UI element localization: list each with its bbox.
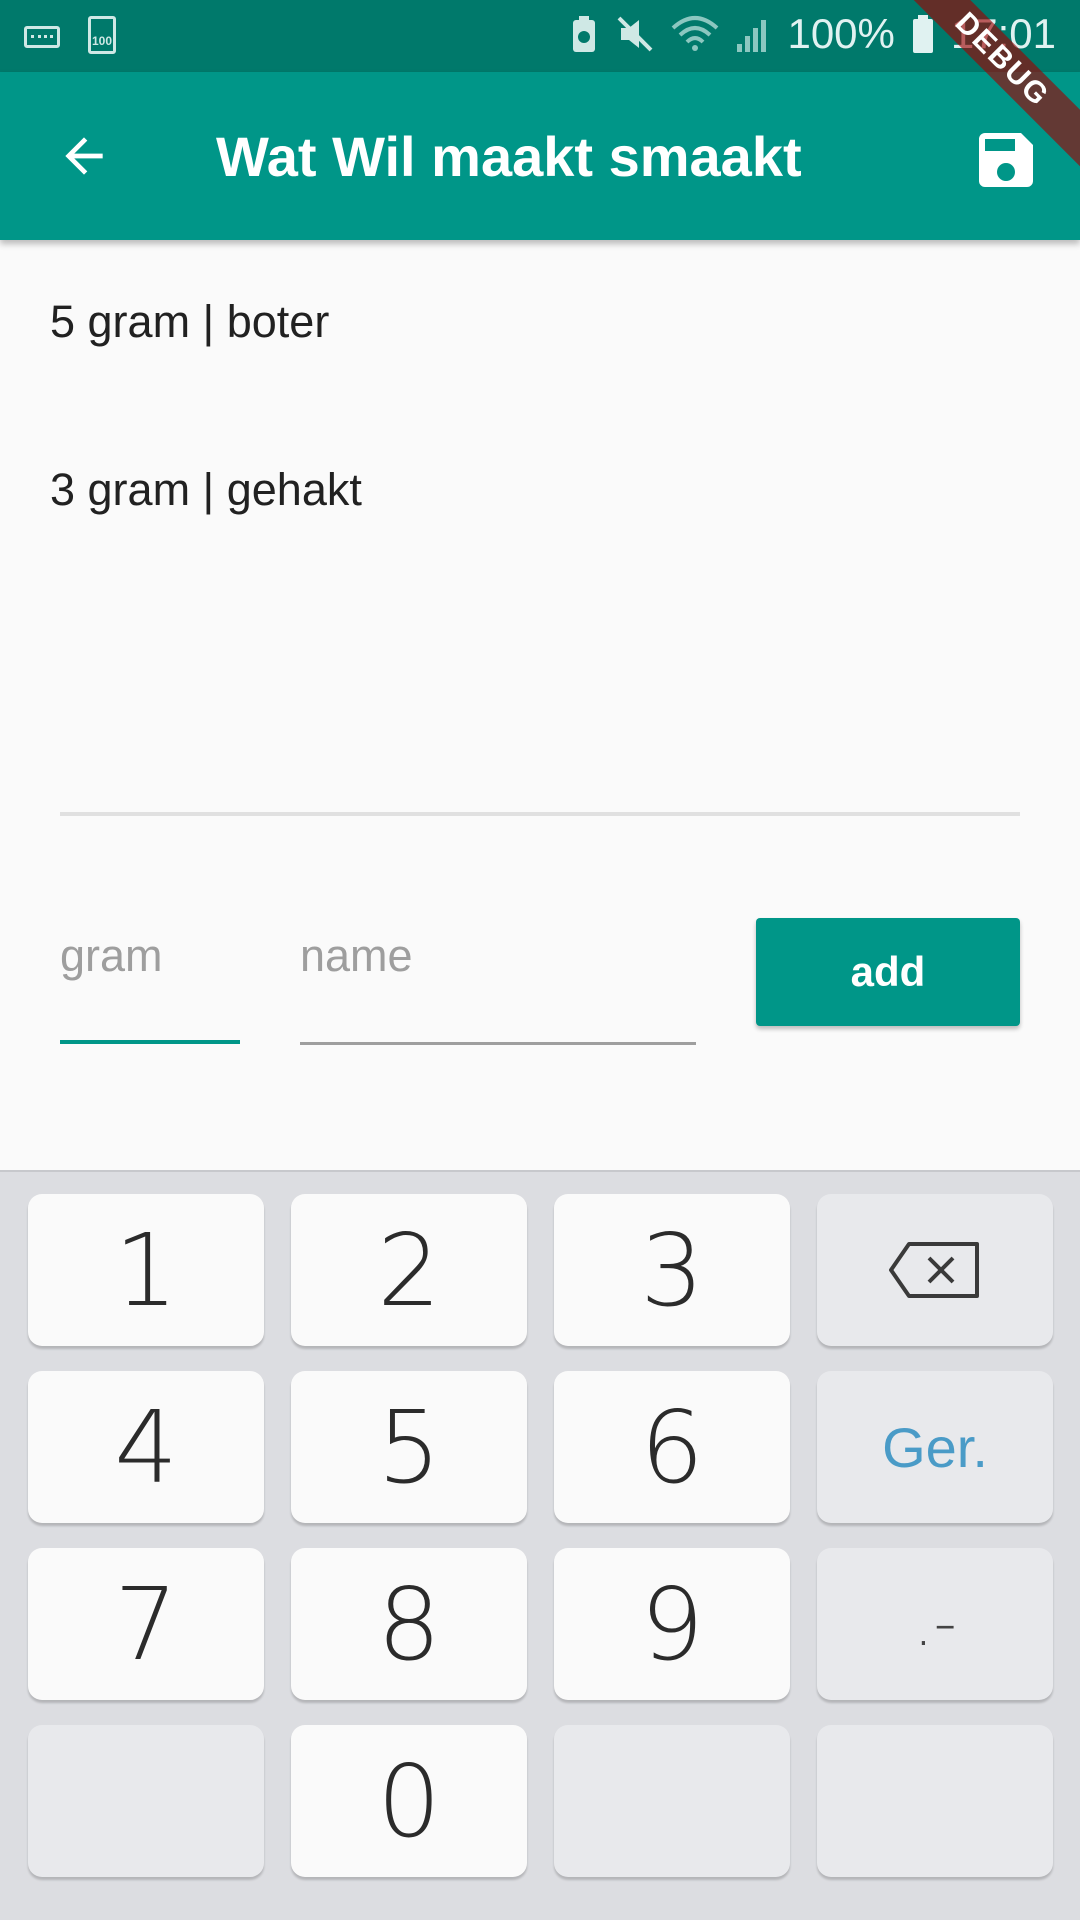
gram-field[interactable]: gram xyxy=(60,930,163,982)
backspace-key[interactable] xyxy=(817,1194,1053,1346)
wifi-icon xyxy=(672,16,719,51)
save-icon xyxy=(979,133,1033,187)
list-item[interactable]: 3 gram | gehakt xyxy=(50,464,362,516)
punctuation-key[interactable]: .- xyxy=(817,1548,1053,1700)
save-button[interactable] xyxy=(970,124,1042,196)
key-1[interactable]: 1 xyxy=(28,1194,264,1346)
battery-icon xyxy=(912,15,933,53)
empty-key-right[interactable] xyxy=(817,1725,1053,1877)
mute-icon xyxy=(618,16,653,52)
key-6[interactable]: 6 xyxy=(554,1371,790,1523)
signal-icon xyxy=(737,20,767,52)
key-2[interactable]: 2 xyxy=(291,1194,527,1346)
battery-full-icon: 100 xyxy=(88,16,116,54)
key-8[interactable]: 8 xyxy=(291,1548,527,1700)
battery-saver-icon xyxy=(573,16,596,52)
battery-badge: 100 xyxy=(91,34,113,48)
list-item[interactable]: 5 gram | boter xyxy=(50,296,329,348)
key-4[interactable]: 4 xyxy=(28,1371,264,1523)
key-3[interactable]: 3 xyxy=(554,1194,790,1346)
arrow-back-icon xyxy=(65,137,103,175)
key-0[interactable]: 0 xyxy=(291,1725,527,1877)
app-bar: Wat Wil maakt smaakt xyxy=(0,72,1080,240)
key-9[interactable]: 9 xyxy=(554,1548,790,1700)
key-7[interactable]: 7 xyxy=(28,1548,264,1700)
status-bar: 100 100% 17:01 xyxy=(0,0,1080,72)
battery-percent: 100% xyxy=(787,10,895,57)
empty-key-middle[interactable] xyxy=(554,1725,790,1877)
status-bar-left: 100 xyxy=(24,16,116,54)
numeric-keyboard: 1 2 3 4 5 6 Ger. 7 8 9 .- 0 xyxy=(0,1170,1080,1920)
page-title: Wat Wil maakt smaakt xyxy=(216,125,802,188)
key-5[interactable]: 5 xyxy=(291,1371,527,1523)
keyboard-icon xyxy=(24,26,60,48)
backspace-icon xyxy=(889,1242,979,1298)
gram-field-underline xyxy=(60,1040,240,1044)
name-field-underline xyxy=(300,1042,696,1045)
add-button[interactable]: add xyxy=(756,918,1020,1026)
divider xyxy=(60,812,1020,816)
back-button[interactable] xyxy=(48,120,120,192)
empty-key-left[interactable] xyxy=(28,1725,264,1877)
name-field[interactable]: name xyxy=(300,930,413,982)
done-key[interactable]: Ger. xyxy=(817,1371,1053,1523)
